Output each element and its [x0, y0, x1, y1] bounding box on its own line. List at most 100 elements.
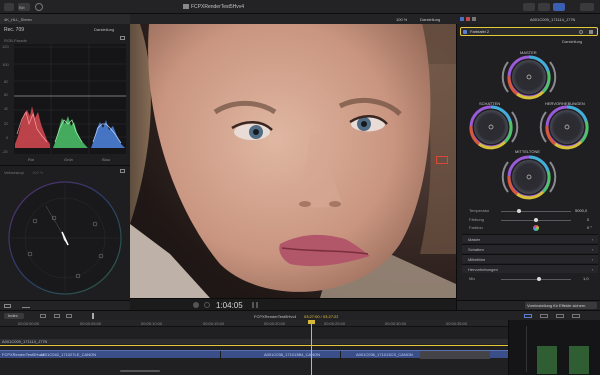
ruler-tick: 00:00:20:00: [264, 321, 286, 326]
chevron-right-icon[interactable]: ›: [592, 247, 593, 252]
viewer-view-menu[interactable]: Darstellung: [420, 17, 440, 22]
select-tool-icon[interactable]: [92, 313, 97, 319]
skimming-icon[interactable]: [524, 314, 532, 318]
append-icon[interactable]: [54, 314, 60, 318]
overwrite-icon[interactable]: [66, 314, 72, 318]
clip-name[interactable]: A001C042_171027LE_CANON: [40, 352, 96, 357]
reset-icon[interactable]: [579, 30, 583, 34]
effect-menu-icon[interactable]: [589, 30, 593, 34]
tint-value[interactable]: 0: [587, 217, 589, 222]
temperature-slider[interactable]: [501, 209, 571, 213]
mix-slider[interactable]: [501, 277, 571, 281]
tint-slider[interactable]: [501, 218, 571, 222]
connected-storyline[interactable]: A001C009_171114_J77N: [0, 339, 508, 344]
share-button[interactable]: [580, 3, 594, 11]
color-inspector-icon[interactable]: [466, 17, 470, 21]
effect-selector[interactable]: Farbtafel 2: [460, 27, 598, 36]
connected-clip-name: A001C009_171114_J77N: [2, 339, 48, 344]
viewer-timecode[interactable]: 1:04:05: [216, 301, 243, 310]
portrait-image: [130, 24, 456, 298]
inspector-toggle-button[interactable]: [553, 3, 565, 11]
library-button[interactable]: Bib: [18, 3, 30, 11]
hue-value[interactable]: 0 °: [587, 225, 592, 230]
timeline-toggle-button[interactable]: [538, 3, 550, 11]
project-icon: [183, 4, 189, 9]
tint-label: Färbung: [469, 217, 484, 222]
parade-channel-blue: Blau: [102, 157, 111, 162]
viewer-image[interactable]: [130, 24, 456, 298]
parade-tick: 20: [4, 121, 9, 126]
parade-tick: 40: [4, 106, 9, 111]
parade-channel-red: Rot: [28, 157, 35, 162]
wheel-label-shadows: SCHATTEN: [479, 101, 501, 106]
playhead[interactable]: [311, 320, 312, 375]
section-shadows[interactable]: Schatten ›: [462, 244, 598, 253]
selection-line: [0, 345, 508, 346]
parade-tick: 80: [4, 79, 9, 84]
mix-value[interactable]: 1,0: [583, 276, 589, 281]
chevron-right-icon[interactable]: ›: [592, 237, 593, 242]
mix-label: Mix: [469, 276, 476, 281]
inspector-view-menu[interactable]: Darstellung: [562, 39, 582, 44]
parade-tick: 120: [2, 44, 9, 49]
play-icon[interactable]: [193, 302, 199, 308]
storyline-label: FCPXRenderTest5Hvv4: [2, 352, 45, 357]
tools-icon[interactable]: [22, 304, 30, 308]
shadows-wheel: [469, 105, 519, 150]
wheel-label-highlights: HERVORHEBUNGEN: [545, 101, 585, 106]
rgb-parade-label: RGB-Parade: [4, 38, 27, 43]
temperature-label: Temperatur: [469, 208, 490, 213]
clip-appearance-icon[interactable]: [40, 314, 46, 318]
solo-icon[interactable]: [556, 314, 564, 318]
color-sample-marker[interactable]: [436, 156, 448, 164]
save-effects-preset-button[interactable]: Voreinstellung für Effekte sichern: [525, 302, 597, 309]
scope-layout-icon[interactable]: [4, 304, 11, 308]
info-inspector-icon[interactable]: [472, 17, 476, 21]
primary-storyline[interactable]: FCPXRenderTest5Hvv4 A001C042_171027LE_CA…: [0, 350, 508, 359]
pause-icon[interactable]: [256, 302, 258, 308]
inspector-footer: Voreinstellung für Effekte sichern: [456, 300, 600, 310]
clip[interactable]: [420, 351, 490, 359]
inspector-header: A001C009_171114_J77N: [456, 14, 600, 24]
pause-icon[interactable]: [252, 302, 254, 308]
snapping-icon[interactable]: [572, 314, 580, 318]
playhead-handle[interactable]: [308, 320, 315, 324]
temperature-value[interactable]: 5000,0: [575, 208, 587, 213]
scope-settings-icon[interactable]: [120, 36, 125, 40]
timeline-ruler[interactable]: 00:00:00:00 00:00:05:00 00:00:10:00 00:0…: [0, 320, 508, 327]
parade-tick: 100: [2, 62, 9, 67]
section-label: Mitteltöne: [468, 257, 486, 262]
slider-knob[interactable]: [537, 277, 541, 281]
clip-edge[interactable]: [220, 351, 221, 359]
audio-skimming-icon[interactable]: [540, 314, 548, 318]
section-midtones[interactable]: Mitteltöne ›: [462, 254, 598, 263]
master-wheel: [501, 55, 557, 100]
chevron-right-icon[interactable]: ›: [592, 257, 593, 262]
app-window: { "toolbar": { "library_label": "Bib", "…: [0, 0, 600, 375]
zoom-menu[interactable]: 100 %: [396, 17, 407, 22]
library-toggle-button[interactable]: [4, 3, 14, 11]
import-icon[interactable]: [35, 3, 43, 11]
section-master[interactable]: Master ›: [462, 234, 598, 243]
wheel-label-midtones: MITTELTÖNE: [515, 149, 541, 154]
hue-label: Farbton: [469, 225, 483, 230]
scopes-view-menu[interactable]: Darstellung: [94, 27, 114, 32]
timeline-scrollbar[interactable]: [120, 370, 160, 372]
timeline-area[interactable]: 00:00:00:00 00:00:05:00 00:00:10:00 00:0…: [0, 320, 508, 375]
slider-knob[interactable]: [517, 209, 521, 213]
browser-toggle-button[interactable]: [523, 3, 535, 11]
skimmer-icon[interactable]: [204, 302, 210, 308]
scope-settings-icon[interactable]: [120, 169, 125, 173]
clip-name[interactable]: A001C036_171013CS_CANON: [356, 352, 413, 357]
hue-dial[interactable]: [533, 225, 539, 231]
section-highlights[interactable]: Hervorhebungen ›: [462, 264, 598, 273]
chevron-right-icon[interactable]: ›: [592, 267, 593, 272]
audio-meters: [508, 320, 600, 375]
index-button[interactable]: Index: [4, 313, 24, 319]
timeline-toolbar: Index FCPXRenderTest5Hvv4 03:27:00 / 03:…: [0, 310, 600, 320]
video-inspector-icon[interactable]: [460, 17, 464, 21]
clip-edge[interactable]: [340, 351, 341, 359]
ruler-tick: 00:00:10:00: [141, 321, 163, 326]
slider-knob[interactable]: [534, 218, 538, 222]
library-bar: 4K_HLL_Stereo: [0, 14, 130, 24]
